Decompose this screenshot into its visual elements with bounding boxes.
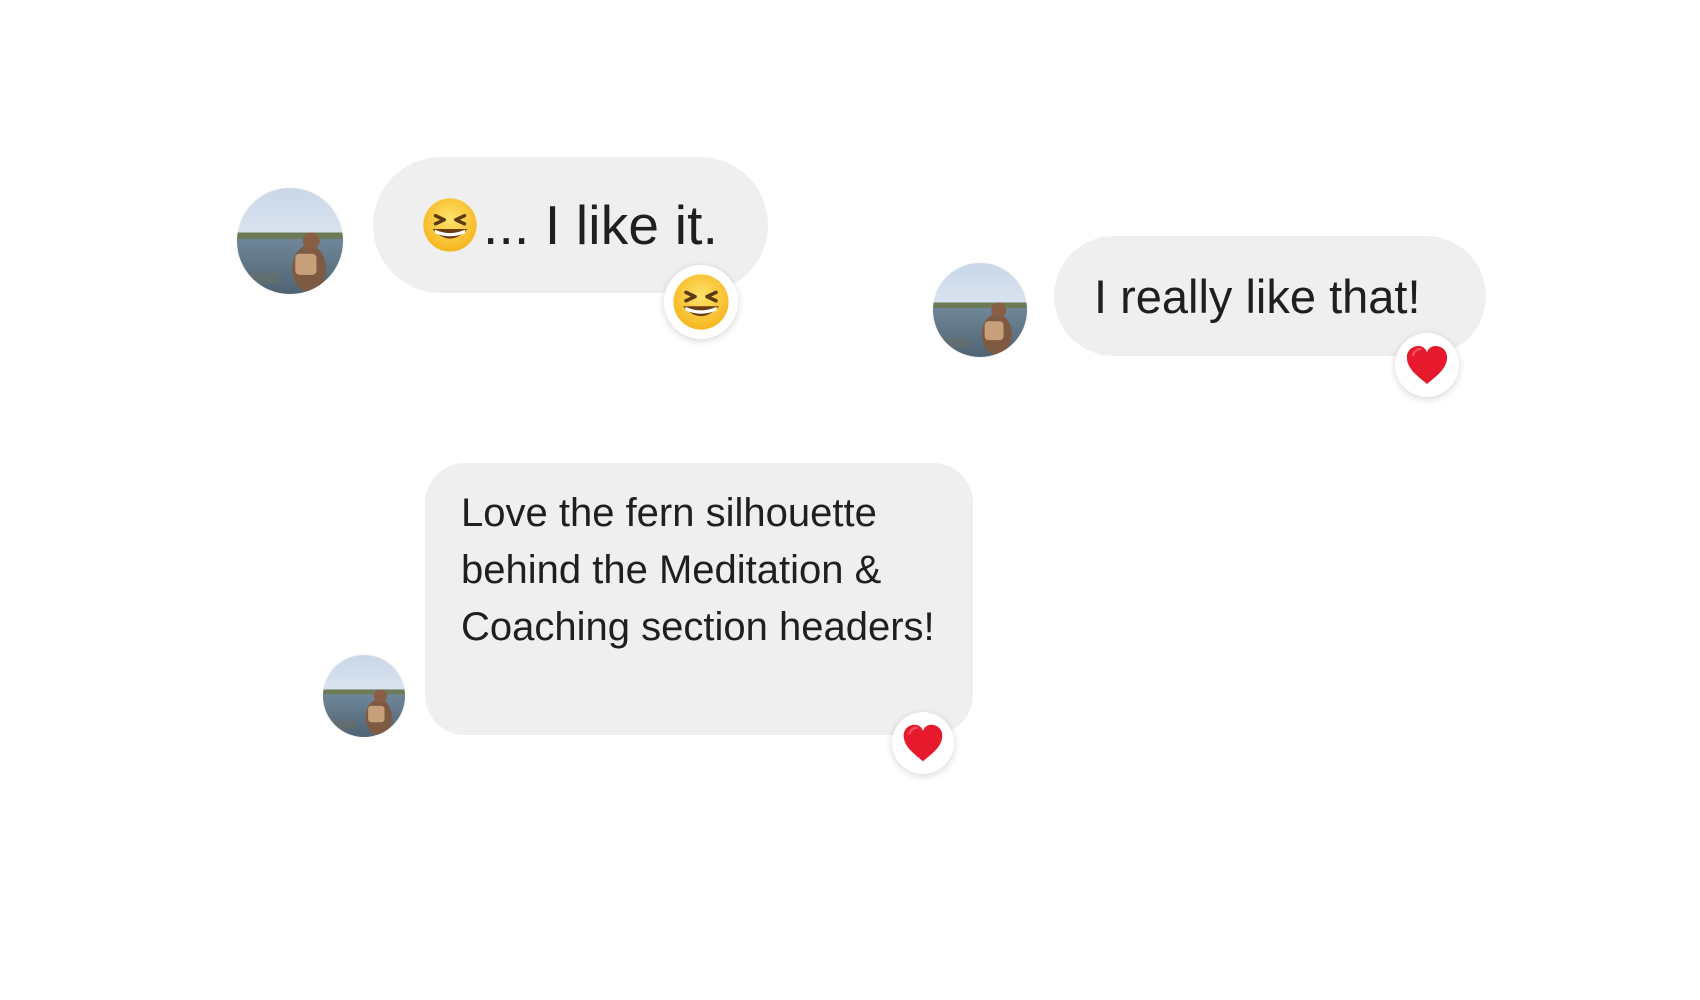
chat-canvas: ... I like it. I really like that! Love … bbox=[0, 0, 1700, 1000]
avatar-photo bbox=[323, 655, 405, 737]
reaction-badge[interactable] bbox=[1395, 333, 1459, 397]
grinning-squinting-face-icon bbox=[421, 196, 479, 254]
avatar[interactable] bbox=[323, 655, 405, 737]
message-text: Love the fern silhouette behind the Medi… bbox=[461, 491, 935, 649]
message-text: I really like that! bbox=[1094, 269, 1421, 323]
reaction-badge[interactable] bbox=[664, 265, 738, 339]
avatar[interactable] bbox=[237, 188, 343, 294]
reaction-badge[interactable] bbox=[892, 712, 954, 774]
red-heart-icon bbox=[1402, 340, 1452, 390]
red-heart-icon bbox=[899, 719, 947, 767]
message-text: ... I like it. bbox=[483, 194, 719, 256]
avatar-photo bbox=[933, 263, 1027, 357]
avatar[interactable] bbox=[933, 263, 1027, 357]
avatar-photo bbox=[237, 188, 343, 294]
grinning-squinting-face-icon bbox=[671, 272, 731, 332]
message-bubble[interactable]: Love the fern silhouette behind the Medi… bbox=[425, 463, 973, 735]
